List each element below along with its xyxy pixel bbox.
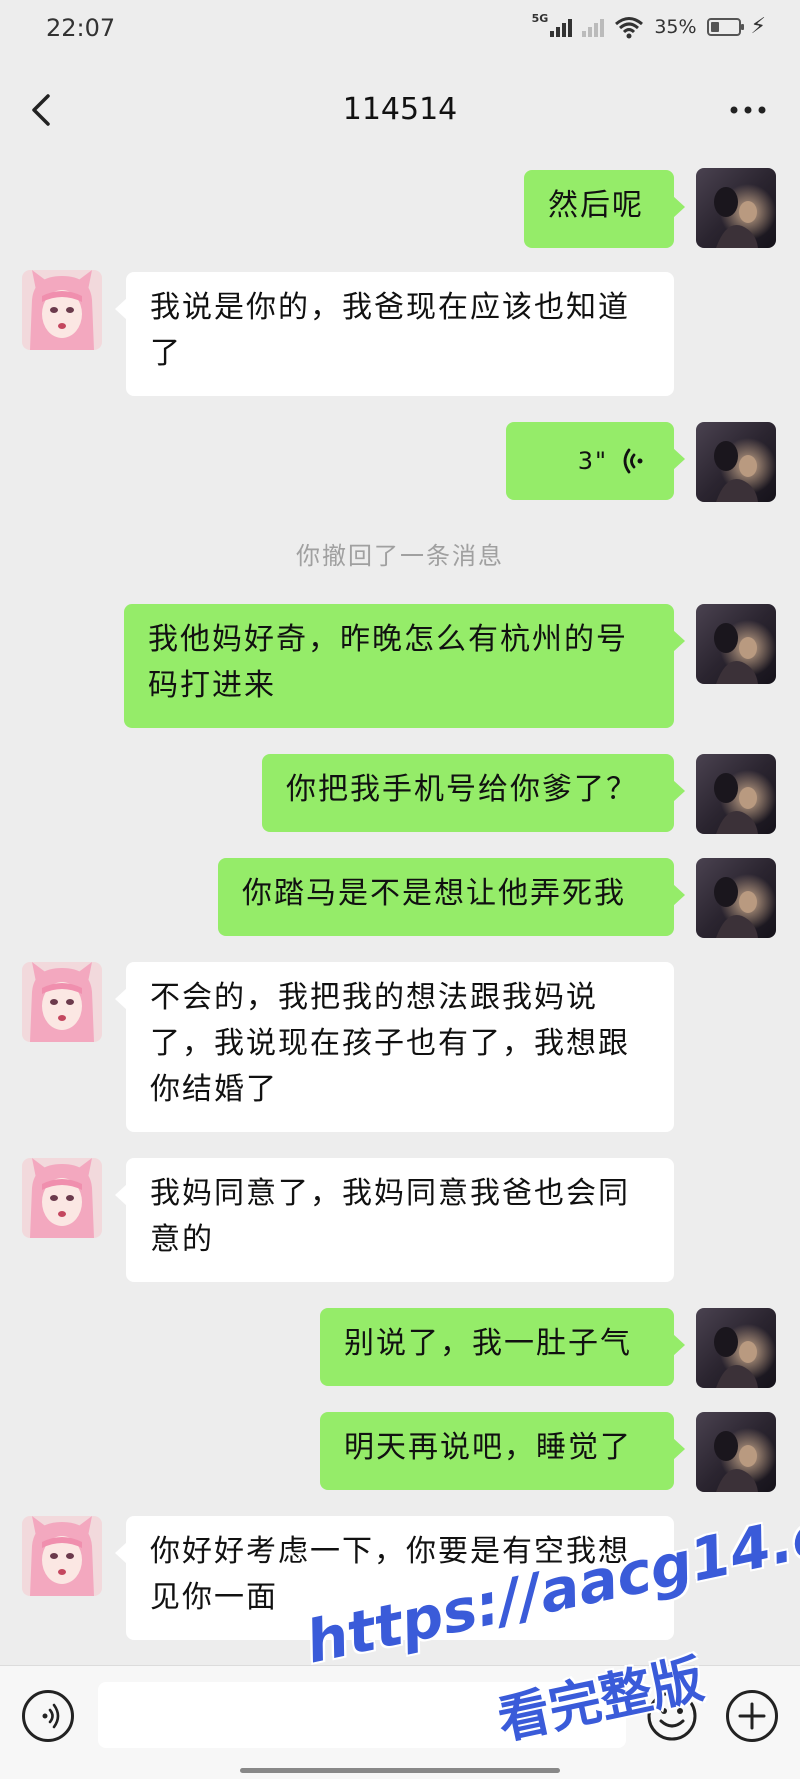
message-text: 你把我手机号给你爹了？: [286, 772, 638, 807]
self-avatar[interactable]: [696, 604, 776, 684]
voice-duration: 3": [577, 447, 608, 475]
charging-icon: ⚡: [750, 14, 766, 39]
message-text: 我他妈好奇，昨晚怎么有杭州的号码打进来: [148, 622, 628, 703]
message-bubble[interactable]: 然后呢: [524, 170, 685, 248]
message-text: 你踏马是不是想让他弄死我: [242, 876, 626, 911]
message-text: 你好好考虑一下，你要是有空我想见你一面: [150, 1534, 630, 1615]
message-bubble[interactable]: 别说了，我一肚子气: [320, 1308, 685, 1386]
message-bubble[interactable]: 我妈同意了，我妈同意我爸也会同意的: [115, 1158, 674, 1282]
self-avatar[interactable]: [696, 858, 776, 938]
status-bar: 22:07 5G 35% ⚡: [0, 0, 800, 60]
plus-icon[interactable]: [726, 1690, 778, 1742]
network-type: 5G: [531, 12, 549, 25]
message-bubble[interactable]: 我他妈好奇，昨晚怎么有杭州的号码打进来: [124, 604, 685, 728]
message-bubble[interactable]: 你踏马是不是想让他弄死我: [218, 858, 685, 936]
self-avatar[interactable]: [696, 1412, 776, 1492]
chat-title: 114514: [342, 92, 458, 127]
self-avatar[interactable]: [696, 168, 776, 248]
self-avatar[interactable]: [696, 422, 776, 502]
message-text: 别说了，我一肚子气: [344, 1326, 632, 1361]
message-bubble[interactable]: 你好好考虑一下，你要是有空我想见你一面: [115, 1516, 674, 1640]
status-time: 22:07: [46, 14, 116, 42]
input-bar: [0, 1665, 800, 1779]
message-input[interactable]: [98, 1682, 626, 1748]
contact-avatar[interactable]: [22, 1158, 102, 1238]
message-bubble[interactable]: 明天再说吧，睡觉了: [320, 1412, 685, 1490]
voice-input-icon[interactable]: [22, 1690, 74, 1742]
message-bubble[interactable]: 不会的，我把我的想法跟我妈说了，我说现在孩子也有了，我想跟你结婚了: [115, 962, 674, 1132]
signal-secondary-icon: [582, 17, 605, 37]
message-text: 我妈同意了，我妈同意我爸也会同意的: [150, 1176, 630, 1257]
message-text: 不会的，我把我的想法跟我妈说了，我说现在孩子也有了，我想跟你结婚了: [150, 980, 630, 1107]
message-bubble[interactable]: 你把我手机号给你爹了？: [262, 754, 685, 832]
contact-avatar[interactable]: [22, 1516, 102, 1596]
contact-avatar[interactable]: [22, 962, 102, 1042]
wifi-icon: [615, 16, 644, 38]
status-icons: 5G 35% ⚡: [531, 12, 766, 39]
message-text: 我说是你的，我爸现在应该也知道了: [150, 290, 630, 371]
self-avatar[interactable]: [696, 1308, 776, 1388]
recall-notice: 你撤回了一条消息: [296, 542, 504, 570]
chat-header: 114514: [0, 60, 800, 160]
signal-icon: [550, 17, 573, 37]
voice-message-bubble[interactable]: 3": [506, 422, 685, 500]
contact-avatar[interactable]: [22, 270, 102, 350]
battery-icon: [706, 17, 744, 36]
message-text: 明天再说吧，睡觉了: [344, 1430, 632, 1465]
message-text: 然后呢: [548, 188, 644, 223]
self-avatar[interactable]: [696, 754, 776, 834]
home-indicator[interactable]: [240, 1768, 560, 1773]
emoji-icon[interactable]: [646, 1690, 698, 1742]
voice-wave-icon: [623, 448, 643, 474]
message-bubble[interactable]: 我说是你的，我爸现在应该也知道了: [115, 272, 674, 396]
more-dots-icon[interactable]: [726, 90, 770, 130]
battery-percent: 35%: [654, 15, 697, 38]
